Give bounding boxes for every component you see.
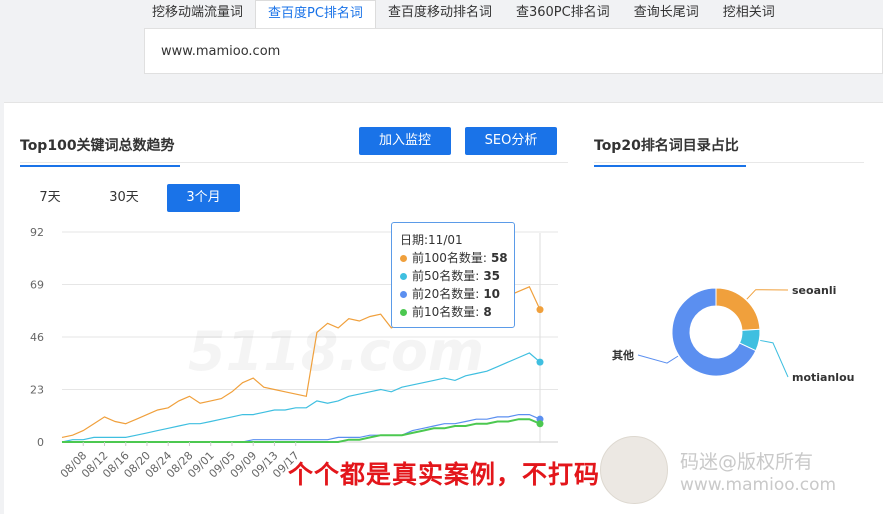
tooltip-row-top20: 前20名数量: 10 <box>400 285 506 303</box>
series-line-top20 <box>62 414 541 443</box>
tab-baidu-pc-rank-words[interactable]: 查百度PC排名词 <box>255 0 376 28</box>
range-30-days-button[interactable]: 30天 <box>98 184 150 212</box>
tooltip-top50-label: 前50名数量: <box>412 269 480 283</box>
tooltip-row-top10: 前10名数量: 8 <box>400 303 506 321</box>
series-line-top10 <box>62 418 541 443</box>
share-title-text: Top20排名词目录占比 <box>594 138 739 154</box>
top20-legend-dot <box>400 291 407 298</box>
donut-label-line <box>760 339 789 378</box>
tab-360-pc-rank-words[interactable]: 查360PC排名词 <box>504 0 622 28</box>
share-header-divider <box>594 162 864 163</box>
top10-legend-dot <box>400 309 407 316</box>
trend-header-divider <box>20 162 568 163</box>
tooltip-top20-value: 10 <box>483 287 501 301</box>
series-endpoint-top10 <box>536 420 544 428</box>
tooltip-top50-value: 35 <box>483 269 501 283</box>
donut-label-line <box>637 354 679 364</box>
overlay-caption: 个个都是真实案例，不打码 <box>288 460 601 489</box>
chart-watermark-logo: 5118.com <box>188 320 484 383</box>
donut-label: 其他 <box>612 348 634 362</box>
add-monitor-button[interactable]: 加入监控 <box>359 127 451 155</box>
tab-related-words[interactable]: 挖相关词 <box>711 0 787 28</box>
trend-section-title: Top100关键词总数趋势 <box>20 135 180 167</box>
trend-title-text: Top100关键词总数趋势 <box>20 138 175 154</box>
tooltip-top20-label: 前20名数量: <box>412 287 480 301</box>
tooltip-top100-label: 前100名数量: <box>412 251 487 265</box>
y-tick-label: 92 <box>30 226 44 239</box>
tab-long-tail-words[interactable]: 查询长尾词 <box>622 0 711 28</box>
watermark-copyright-text: 码迷@版权所有 <box>680 451 814 473</box>
range-3-months-button[interactable]: 3个月 <box>167 184 240 212</box>
directory-share-donut-chart: seoanli motianlou 其他 <box>612 284 854 384</box>
watermark-url-text: www.mamioo.com <box>680 475 837 495</box>
donut-label: motianlou <box>792 371 854 384</box>
y-tick-label: 46 <box>30 331 44 344</box>
series-endpoint-top50 <box>536 358 544 366</box>
seo-analysis-button[interactable]: SEO分析 <box>465 127 557 155</box>
top100-legend-dot <box>400 255 407 262</box>
donut-slice <box>715 287 761 331</box>
y-tick-label: 69 <box>30 279 44 292</box>
tooltip-row-top100: 前100名数量: 58 <box>400 249 508 267</box>
donut-label: seoanli <box>792 284 836 297</box>
chart-tooltip: 日期:11/01 前100名数量: 58 前50名数量: 35 前20名数量: 10 … <box>391 222 515 328</box>
watermark-avatar <box>600 436 668 504</box>
tooltip-top10-value: 8 <box>483 305 492 319</box>
url-input[interactable] <box>159 43 763 60</box>
tooltip-row-top50: 前50名数量: 35 <box>400 267 506 285</box>
y-axis-ticks: 0 23 46 69 92 <box>30 226 44 449</box>
url-search-box <box>144 28 883 74</box>
tab-baidu-mobile-rank-words[interactable]: 查百度移动排名词 <box>376 0 504 28</box>
share-section-title: Top20排名词目录占比 <box>594 135 746 167</box>
y-tick-label: 23 <box>30 384 44 397</box>
top50-legend-dot <box>400 273 407 280</box>
tooltip-top100-value: 58 <box>490 251 508 265</box>
x-axis-ticks: 08/0808/1208/1608/2008/2408/2809/0109/05… <box>58 442 302 481</box>
series-endpoint-top100 <box>536 306 544 314</box>
query-type-tabs: 挖移动端流量词 查百度PC排名词 查百度移动排名词 查360PC排名词 查询长尾… <box>140 0 787 28</box>
tooltip-date: 日期:11/01 <box>400 233 463 247</box>
tab-mobile-traffic-words[interactable]: 挖移动端流量词 <box>140 0 255 28</box>
tooltip-top10-label: 前10名数量: <box>412 305 480 319</box>
share-title-underline <box>594 165 746 167</box>
donut-label-line <box>746 289 789 300</box>
y-tick-label: 0 <box>37 436 44 449</box>
range-7-days-button[interactable]: 7天 <box>26 184 74 212</box>
donut-slices <box>671 287 761 377</box>
trend-title-underline <box>20 165 180 167</box>
